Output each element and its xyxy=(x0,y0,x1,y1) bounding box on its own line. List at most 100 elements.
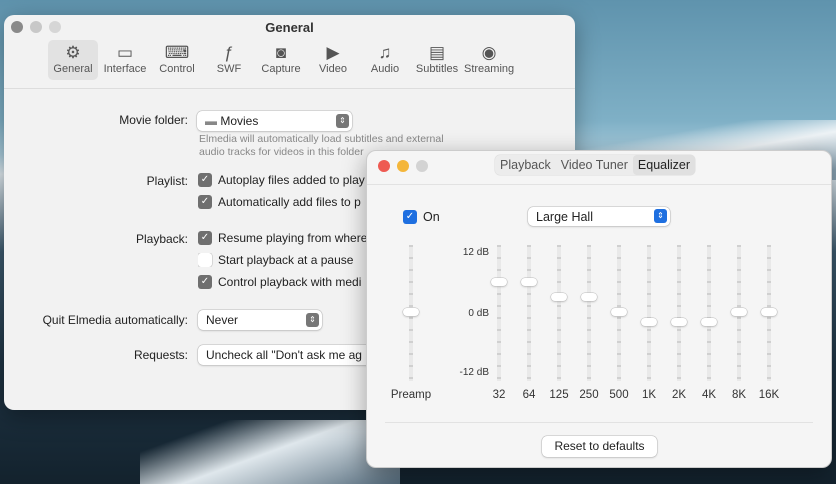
band-64-knob[interactable] xyxy=(521,277,537,286)
window-title: General xyxy=(265,20,314,35)
band-32-track[interactable] xyxy=(497,245,501,381)
db-zero-label: 0 dB xyxy=(468,308,489,319)
checkbox-icon: ✓ xyxy=(198,231,212,245)
band-2k-knob[interactable] xyxy=(671,318,687,327)
band-125-track[interactable] xyxy=(557,245,561,381)
db-min-label: -12 dB xyxy=(459,367,489,378)
band-16k-knob[interactable] xyxy=(761,308,777,316)
checkbox-icon: ✓ xyxy=(198,173,212,187)
checkbox-icon: ✓ xyxy=(403,210,417,224)
resume-checkbox[interactable]: ✓ Resume playing from where xyxy=(198,231,367,245)
preferences-toolbar: ⚙ General ▭ Interface ⌨ Control ƒ SWF ◙ Capture ▶ V… xyxy=(48,40,516,80)
music-note-icon: ♫ xyxy=(378,43,392,62)
toolbar-label: Streaming xyxy=(464,63,515,75)
autoplay-checkbox[interactable]: ✓ Autoplay files added to play xyxy=(198,173,365,187)
band-500-knob[interactable] xyxy=(611,308,627,316)
uncheck-all-button[interactable]: Uncheck all "Don't ask me ag xyxy=(198,345,378,365)
window-icon: ▭ xyxy=(116,43,134,62)
checkbox-icon: ✓ xyxy=(198,275,212,289)
quit-label: Quit Elmedia automatically: xyxy=(42,313,188,327)
media-keys-checkbox[interactable]: ✓ Control playback with medi xyxy=(198,275,361,289)
band-250-knob[interactable] xyxy=(581,292,597,301)
movie-folder-value: Movies xyxy=(220,114,259,128)
band-250-track[interactable] xyxy=(587,245,591,381)
toolbar-label: General xyxy=(53,63,93,75)
speech-bubble-icon: ▤ xyxy=(428,43,446,62)
checkbox-icon: ✓ xyxy=(198,195,212,209)
eq-on-checkbox[interactable]: ✓ On xyxy=(403,210,440,224)
quit-select[interactable]: Never ⇕ xyxy=(198,310,322,330)
tab-equalizer[interactable]: Equalizer xyxy=(632,155,696,175)
band-2k-track[interactable] xyxy=(677,245,681,381)
flash-icon: ƒ xyxy=(224,43,234,62)
toolbar-label: Control xyxy=(159,63,195,75)
toolbar-capture[interactable]: ◙ Capture xyxy=(256,40,306,80)
quit-value: Never xyxy=(206,313,239,327)
start-paused-checkbox[interactable]: Start playback at a pause xyxy=(198,253,353,267)
camera-icon: ◙ xyxy=(275,43,287,62)
toolbar-streaming[interactable]: ◉ Streaming xyxy=(464,40,514,80)
preset-select[interactable]: Large Hall ⇕ xyxy=(528,207,670,226)
airplay-icon: ◉ xyxy=(481,43,497,62)
equalizer-window: Playback Video Tuner Equalizer ✓ On Large… xyxy=(366,150,832,468)
desktop-mountain xyxy=(140,420,400,484)
movie-folder-label: Movie folder: xyxy=(119,113,188,127)
band-4k-knob[interactable] xyxy=(701,318,717,327)
keyboard-icon: ⌨ xyxy=(164,43,190,62)
band-4k-track[interactable] xyxy=(707,245,711,381)
window-controls xyxy=(378,160,428,172)
tab-playback[interactable]: Playback xyxy=(495,155,556,175)
divider xyxy=(367,184,831,185)
gear-icon: ⚙ xyxy=(65,43,81,62)
checkbox-label: Automatically add files to p xyxy=(218,195,361,209)
checkbox-label: Start playback at a pause xyxy=(218,253,354,267)
preset-value: Large Hall xyxy=(536,210,593,224)
preamp-knob[interactable] xyxy=(403,308,419,316)
toolbar-label: Capture xyxy=(261,63,301,75)
toolbar-interface[interactable]: ▭ Interface xyxy=(100,40,150,80)
tab-video-tuner[interactable]: Video Tuner xyxy=(556,155,633,175)
chevron-updown-icon: ⇕ xyxy=(306,313,319,327)
toolbar-label: SWF xyxy=(216,63,242,75)
preamp-label: Preamp xyxy=(390,389,432,401)
db-max-label: 12 dB xyxy=(462,247,489,258)
toolbar-label: Subtitles xyxy=(415,63,459,75)
eq-on-label: On xyxy=(423,210,440,224)
checkbox-icon xyxy=(198,253,212,267)
toolbar-video[interactable]: ▶ Video xyxy=(308,40,358,80)
checkbox-label: Autoplay files added to play xyxy=(218,173,365,187)
band-8k-knob[interactable] xyxy=(731,308,747,316)
band-1k-knob[interactable] xyxy=(641,318,657,327)
toolbar-swf[interactable]: ƒ SWF xyxy=(204,40,254,80)
toolbar-label: Audio xyxy=(370,63,400,75)
toolbar-subtitles[interactable]: ▤ Subtitles xyxy=(412,40,462,80)
divider xyxy=(4,88,575,89)
checkbox-label: Resume playing from where xyxy=(218,231,368,245)
chevron-updown-icon: ⇕ xyxy=(336,114,349,128)
reset-defaults-button[interactable]: Reset to defaults xyxy=(542,436,657,457)
playlist-label: Playlist: xyxy=(146,174,188,188)
checkbox-label: Control playback with medi xyxy=(218,275,362,289)
requests-label: Requests: xyxy=(133,348,188,362)
band-64-track[interactable] xyxy=(527,245,531,381)
playback-label: Playback: xyxy=(135,232,188,246)
tab-bar: Playback Video Tuner Equalizer xyxy=(495,155,696,175)
minimize-button[interactable] xyxy=(397,160,409,172)
toolbar-audio[interactable]: ♫ Audio xyxy=(360,40,410,80)
toolbar-label: Video xyxy=(319,63,347,75)
toolbar-label: Interface xyxy=(103,63,147,75)
toolbar-general[interactable]: ⚙ General xyxy=(48,40,98,80)
chevron-updown-icon: ⇕ xyxy=(654,209,667,223)
band-125-knob[interactable] xyxy=(551,292,567,301)
folder-icon: ▬ xyxy=(205,114,221,128)
band-32-knob[interactable] xyxy=(491,277,507,286)
movie-folder-select[interactable]: ▬ Movies ⇕ xyxy=(197,111,352,131)
divider xyxy=(385,422,813,423)
auto-add-checkbox[interactable]: ✓ Automatically add files to p xyxy=(198,195,361,209)
close-button[interactable] xyxy=(378,160,390,172)
play-icon: ▶ xyxy=(326,43,340,62)
toolbar-control[interactable]: ⌨ Control xyxy=(152,40,202,80)
band-16k-label: 16K xyxy=(758,389,780,401)
band-1k-track[interactable] xyxy=(647,245,651,381)
zoom-button[interactable] xyxy=(416,160,428,172)
